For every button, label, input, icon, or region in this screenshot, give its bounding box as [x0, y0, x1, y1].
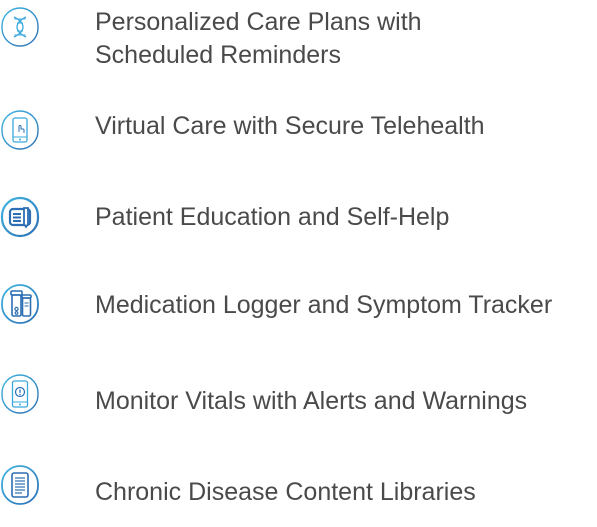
- feature-label-line: Medication Logger and Symptom Tracker: [95, 291, 553, 319]
- feature-label: Monitor Vitals with Alerts and Warnings: [95, 385, 527, 418]
- feature-label-line: Virtual Care with Secure Telehealth: [95, 112, 485, 140]
- feature-list: Personalized Care Plans with Scheduled R…: [0, 0, 597, 527]
- feature-label-line: Personalized Care Plans with: [95, 8, 422, 36]
- feature-label: Personalized Care Plans with Scheduled R…: [95, 6, 422, 72]
- feature-label: Patient Education and Self-Help: [95, 201, 449, 234]
- phone-alert-icon: [0, 374, 40, 414]
- dna-helix-icon: [0, 7, 40, 47]
- document-pen-icon: [0, 196, 40, 238]
- medication-bottles-icon: [0, 284, 40, 324]
- document-library-icon: [0, 465, 40, 505]
- feature-label: Chronic Disease Content Libraries: [95, 476, 476, 509]
- feature-label: Virtual Care with Secure Telehealth: [95, 110, 485, 143]
- feature-label-line: Chronic Disease Content Libraries: [95, 478, 476, 506]
- smartphone-touch-icon: [0, 110, 40, 150]
- feature-label-line: Monitor Vitals with Alerts and Warnings: [95, 387, 528, 415]
- feature-label-line: Patient Education and Self-Help: [95, 203, 450, 231]
- feature-label: Medication Logger and Symptom Tracker: [95, 289, 552, 322]
- feature-label-line: Scheduled Reminders: [95, 41, 341, 69]
